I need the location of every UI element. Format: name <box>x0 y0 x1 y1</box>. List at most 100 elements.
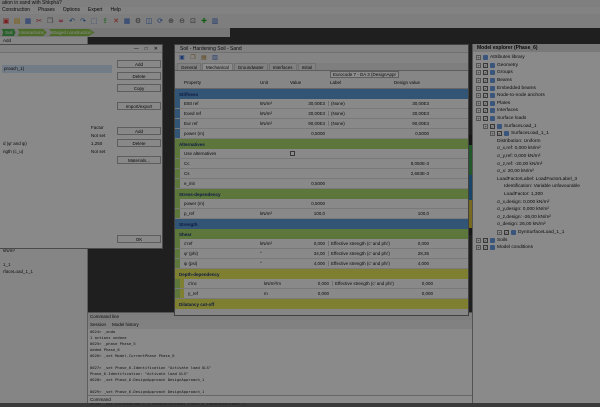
property-value[interactable]: 90,00E3 <box>290 121 328 126</box>
property-value[interactable]: 30,00E3 <box>290 111 328 116</box>
explorer-item[interactable]: + ✓ Model conditions <box>473 244 600 252</box>
close-icon[interactable]: ✕ <box>154 45 158 52</box>
property-value[interactable]: 4,000 <box>290 261 328 266</box>
visibility-checkbox[interactable]: ✓ <box>483 85 488 91</box>
explorer-item[interactable]: + ✓ DynSurfaceLoad_1_1 <box>473 229 600 237</box>
new-icon[interactable]: ▣ <box>2 17 10 25</box>
section-label[interactable]: Shear <box>175 232 468 237</box>
property-value[interactable]: 0,000 <box>290 241 328 246</box>
cut-icon[interactable]: ✂ <box>35 17 43 25</box>
explorer-item[interactable]: + ✓ Embedded beams <box>473 84 600 92</box>
undo-icon[interactable]: ↶ <box>68 17 76 25</box>
visibility-checkbox[interactable]: ✓ <box>483 93 488 99</box>
partial-factor-label[interactable]: (None) <box>328 111 394 116</box>
add-factor-button[interactable]: Add <box>117 127 161 135</box>
property-value[interactable]: 0,5000 <box>290 201 328 206</box>
visibility-checkbox[interactable]: ✓ <box>483 100 488 106</box>
property-value[interactable]: 34,00 <box>290 251 328 256</box>
explorer-item[interactable]: LoadFactor: 1,300 <box>473 191 600 199</box>
rotate-icon[interactable]: ⟳ <box>156 17 164 25</box>
property-value[interactable]: 0,000 <box>294 281 332 286</box>
copy-button[interactable]: Copy <box>117 84 161 92</box>
visibility-checkbox[interactable]: ✓ <box>483 245 488 251</box>
explorer-item[interactable]: Distribution: Uniform <box>473 138 600 146</box>
paste-icon[interactable]: ▤ <box>200 54 208 62</box>
explorer-item[interactable]: + ✓ Node-to-node anchors <box>473 92 600 100</box>
partial-factor-label[interactable]: (None) <box>328 121 394 126</box>
open-icon[interactable]: ▤ <box>13 17 21 25</box>
menu-options[interactable]: Options <box>63 7 80 14</box>
delete-factor-button[interactable]: Delete <box>117 139 161 147</box>
import-export-button[interactable]: Import/export <box>117 102 161 110</box>
visibility-checkbox[interactable]: ✓ <box>483 70 488 76</box>
section-label[interactable]: Strength <box>175 222 468 227</box>
tab-model-history[interactable]: Model history <box>112 320 139 329</box>
table-icon[interactable]: ▥ <box>211 17 219 25</box>
add-button[interactable]: Add <box>117 60 161 68</box>
expand-icon[interactable]: + <box>476 245 481 251</box>
property-value[interactable] <box>290 150 328 157</box>
menu-expert[interactable]: Expert <box>88 7 102 14</box>
expand-icon[interactable]: + <box>476 116 481 122</box>
explorer-item[interactable]: + ✓ Plates <box>473 100 600 108</box>
expand-icon[interactable]: + <box>476 70 481 76</box>
chart-icon[interactable]: ▥ <box>211 54 219 62</box>
ok-button[interactable]: OK <box>117 235 161 243</box>
grid-icon[interactable]: ▦ <box>123 17 131 25</box>
explorer-item[interactable]: σ_z,ref: -20,00 kN/m² <box>473 160 600 168</box>
partial-factor-label[interactable]: Effective strength (c' and phi') <box>328 261 394 266</box>
property-value[interactable]: 100,0 <box>290 211 328 216</box>
property-value[interactable]: 30,00E3 <box>290 101 328 106</box>
visibility-checkbox[interactable]: ✓ <box>483 78 488 84</box>
tab-interfaces[interactable]: Interfaces <box>268 63 297 70</box>
explorer-item[interactable]: Identification: Variable unfavourable <box>473 183 600 191</box>
visibility-checkbox[interactable]: ✓ <box>490 123 495 129</box>
expand-icon[interactable]: + <box>497 229 502 235</box>
expand-icon[interactable]: + <box>476 62 481 68</box>
tab-general[interactable]: General <box>177 63 202 70</box>
menu-phases[interactable]: Phases <box>38 7 55 14</box>
design-approach-item[interactable]: proach_1) <box>2 65 112 73</box>
partial-factor-label[interactable]: Effective strength (c' and phi') <box>328 241 394 246</box>
tab-groundwater[interactable]: Groundwater <box>233 63 268 70</box>
section-label[interactable]: Stiffness <box>175 92 468 97</box>
menu-construction[interactable]: Construction <box>2 7 30 14</box>
tab-mechanical[interactable]: Mechanical <box>202 63 233 70</box>
explorer-item[interactable]: + ✓ Surface loads <box>473 115 600 123</box>
expand-icon[interactable]: + <box>476 93 481 99</box>
explorer-item[interactable]: σ_z,design: -26,00 kN/m² <box>473 213 600 221</box>
partial-factor-cu-value[interactable]: Not set <box>91 149 105 154</box>
view-icon[interactable]: ◫ <box>145 17 153 25</box>
explorer-item[interactable]: + ✓ Soils <box>473 236 600 244</box>
link-icon[interactable]: ∞ <box>57 17 65 25</box>
property-value[interactable]: 0,5000 <box>290 181 328 186</box>
visibility-checkbox[interactable]: ✓ <box>483 237 488 243</box>
design-approach-select[interactable]: Eurocode 7 - DA 3 (DesignAppr <box>330 71 400 78</box>
explorer-item[interactable]: σ_x,ref: 0,000 kN/m² <box>473 145 600 153</box>
menu-help[interactable]: Help <box>110 7 120 14</box>
explorer-item[interactable]: LoadFactorLabel: LoadFactorLabel_3 <box>473 176 600 184</box>
explorer-item[interactable]: + ✓ Geometry <box>473 62 600 70</box>
save-icon[interactable]: ▣ <box>178 54 186 62</box>
select-icon[interactable]: ⬚ <box>90 17 98 25</box>
zoom-in-icon[interactable]: ⊕ <box>167 17 175 25</box>
add-icon[interactable]: ✚ <box>200 17 208 25</box>
explorer-item[interactable]: + ✓ Groups <box>473 69 600 77</box>
command-input[interactable]: Command <box>88 395 472 403</box>
expand-icon[interactable]: + <box>483 123 488 129</box>
expand-icon[interactable]: + <box>476 237 481 243</box>
visibility-checkbox[interactable]: ✓ <box>497 131 502 137</box>
tab-session[interactable]: Session <box>90 320 106 329</box>
delete-icon[interactable]: ✕ <box>112 17 120 25</box>
use-alternatives-checkbox[interactable] <box>290 150 295 156</box>
expand-icon[interactable]: + <box>476 108 481 114</box>
expand-icon[interactable]: + <box>476 55 481 61</box>
zoom-fit-icon[interactable]: ⊡ <box>189 17 197 25</box>
explorer-item[interactable]: σ_x: 20,00 kN/m² <box>473 168 600 176</box>
copy-icon[interactable]: ❐ <box>46 17 54 25</box>
materials-button[interactable]: Materials... <box>117 156 161 164</box>
explorer-item[interactable]: + ✓ SurfaceLoad_1_1 <box>473 130 600 138</box>
visibility-checkbox[interactable]: ✓ <box>483 116 488 122</box>
expand-icon[interactable]: + <box>476 85 481 91</box>
minimize-icon[interactable]: — <box>134 45 139 52</box>
